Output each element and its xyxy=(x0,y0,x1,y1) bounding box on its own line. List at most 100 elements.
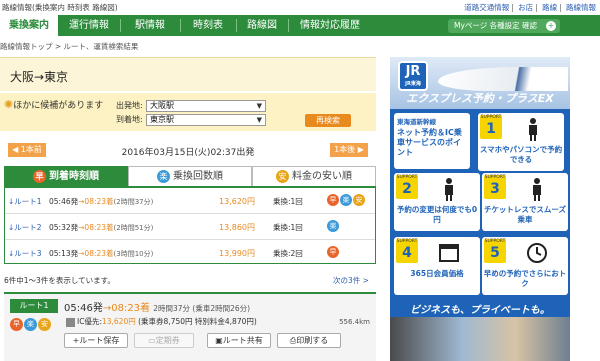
tab-station-info[interactable]: 駅情報 xyxy=(120,15,181,36)
depart-datetime: 2016年03月15日(火)02:37出発 xyxy=(121,148,255,158)
distance: 556.4km xyxy=(339,318,370,326)
top-link-traffic[interactable]: 道路交通情報 xyxy=(464,3,509,12)
ad-tagline: ビジネスも、プライベートも。 xyxy=(410,305,550,316)
next-train-button[interactable]: 1本後 ▶ xyxy=(330,143,368,157)
detail-time: 05:46発→08:23着 2時間37分 (乗車2時間26分) xyxy=(64,299,250,314)
tab-transfer[interactable]: 乗換案内 xyxy=(0,15,58,36)
route-link[interactable]: ↓ルート1 xyxy=(8,196,42,207)
ic-label: IC優先: xyxy=(77,317,102,326)
table-row[interactable]: ↓ルート1 05:46発→08:23着(2時間37分) 13,620円 乗換:1… xyxy=(5,188,375,214)
candidate-box: ✺ほかに候補があります 出発地: 大阪駅 ▼ 到着地: 東京駅 ▼ 再検索 xyxy=(0,93,376,131)
sort-tab-transfers[interactable]: 楽乗換回数順 xyxy=(128,166,252,186)
support-text: チケットレスでスムーズ乗車 xyxy=(483,205,567,224)
share-route-button[interactable]: ▣ルート共有 xyxy=(207,333,271,348)
detail-badges: 早楽安 xyxy=(10,318,52,331)
table-row[interactable]: ↓ルート2 05:32発→08:23着(2時間51分) 13,860円 乗換:1… xyxy=(5,214,375,240)
btn-label: ルート保存 xyxy=(79,336,120,345)
transfer-count: 乗換:1回 xyxy=(273,223,303,232)
tab-label: 運行情報 xyxy=(69,20,109,31)
route-time: 05:32発→08:23着(2時間51分) xyxy=(49,222,153,233)
route-badges: 楽 xyxy=(327,220,340,232)
support-card: SUPPORT 3 チケットレスでスムーズ乗車 xyxy=(482,173,568,231)
btn-label: 印刷する xyxy=(296,336,329,345)
result-count: 6件中1〜3件を表示しています。 xyxy=(4,276,115,285)
top-link-shop[interactable]: お店 xyxy=(518,3,533,12)
duration: (2時間51分) xyxy=(113,224,154,232)
support-badge: SUPPORT 1 xyxy=(480,115,502,139)
support-card: SUPPORT 2 予約の変更は何度でも0円 xyxy=(394,173,480,231)
support-number: 1 xyxy=(486,121,496,137)
route-detail: ルート1 05:46発→08:23着 2時間37分 (乗車2時間26分) 早楽安… xyxy=(4,292,376,361)
detail-arr-value: 08:23着 xyxy=(111,303,151,314)
transfer-count: 乗換:1回 xyxy=(273,197,303,206)
fast-icon: 早 xyxy=(327,194,339,206)
top-link-route-info[interactable]: 路線情報 xyxy=(566,3,596,12)
tab-history[interactable]: 情報対応履歴 xyxy=(288,15,372,36)
support-badge: SUPPORT 2 xyxy=(396,175,418,199)
print-button[interactable]: ⎙印刷する xyxy=(277,333,341,348)
commuter-pass-button[interactable]: ▭定期券 xyxy=(134,333,194,348)
next-page-link[interactable]: 次の3件 > xyxy=(333,275,369,286)
cheap-icon: 安 xyxy=(353,194,365,206)
chevron-down-icon: ▼ xyxy=(256,116,262,124)
clock-icon xyxy=(527,243,547,263)
tab-service-status[interactable]: 運行情報 xyxy=(58,15,121,36)
duration: (2時間37分) xyxy=(113,198,154,206)
sort-tab-arrival[interactable]: 早到着時刻順 xyxy=(4,166,128,186)
support-text: 予約の変更は何度でも0円 xyxy=(396,205,478,224)
site-title: 路線情報(乗換案内 時刻表 路線図) xyxy=(2,3,118,12)
tab-route-map[interactable]: 路線図 xyxy=(236,15,289,36)
jr-logo-text: JR xyxy=(405,64,421,79)
detail-duration: 2時間37分 (乗車2時間26分) xyxy=(153,304,251,313)
tab-label: 情報対応履歴 xyxy=(300,20,360,31)
person-phone-icon xyxy=(529,118,537,141)
calendar-icon xyxy=(439,244,459,262)
sort-tab-fare[interactable]: 安料金の安い順 xyxy=(252,166,376,186)
arr-value: 08:23着 xyxy=(84,197,114,206)
table-row[interactable]: ↓ルート3 05:13発→08:23着(3時間10分) 13,990円 乗換:2… xyxy=(5,240,375,266)
support-text: 早めの予約でさらにおトク xyxy=(483,269,567,288)
route-badges: 早楽安 xyxy=(327,194,366,206)
easy-icon: 楽 xyxy=(340,194,352,206)
top-bar: 路線情報(乗換案内 時刻表 路線図) 道路交通情報 | お店 | 路線 | 路線情報 xyxy=(0,0,600,15)
save-route-button[interactable]: +ルート保存 xyxy=(64,333,128,348)
tab-timetable[interactable]: 時刻表 xyxy=(180,15,237,36)
candidate-label: ✺ほかに候補があります xyxy=(4,98,103,111)
ad-photo xyxy=(390,317,570,361)
main-nav: 乗換案内 運行情報 駅情報 時刻表 路線図 情報対応履歴 Myページ 各種設定 … xyxy=(0,15,600,36)
ad-banner[interactable]: JR JR東海 エクスプレス予約・プラスEX 東海道新幹線 ネット予約＆IC乗車サ… xyxy=(390,57,570,361)
from-select[interactable]: 大阪駅 ▼ xyxy=(146,100,266,112)
ic-detail: (乗車券8,750円 特別料金4,870円) xyxy=(138,317,257,326)
mypage-button[interactable]: Myページ 各種設定 確認 + xyxy=(448,19,560,33)
easy-icon: 楽 xyxy=(327,220,339,232)
arr-value: 08:23着 xyxy=(84,223,114,232)
cheap-icon: 安 xyxy=(38,318,51,331)
sort-tab-label: 到着時刻順 xyxy=(49,171,99,182)
page-title: 大阪→東京 xyxy=(0,57,376,91)
easy-icon: 楽 xyxy=(157,169,170,183)
to-select[interactable]: 東京駅 ▼ xyxy=(146,114,266,126)
top-link-route[interactable]: 路線 xyxy=(542,3,557,12)
ic-fare-line: IC優先:13,620円 (乗車券8,750円 特別料金4,870円) xyxy=(66,316,257,327)
btn-label: ルート共有 xyxy=(222,336,263,345)
research-button[interactable]: 再検索 xyxy=(305,114,351,127)
tab-label: 時刻表 xyxy=(193,20,223,31)
arr-time: →08:23着 xyxy=(78,249,114,258)
support-text: スマホやパソコンで予約できる xyxy=(479,145,563,164)
duration: (3時間10分) xyxy=(113,250,154,258)
from-label: 出発地: xyxy=(116,101,143,110)
route-time: 05:46発→08:23着(2時間37分) xyxy=(49,196,153,207)
arr-time: →08:23着 xyxy=(78,223,114,232)
ad-intro-sub: 東海道新幹線 xyxy=(397,118,436,126)
chevron-down-icon: ▼ xyxy=(256,102,262,110)
arr-time: →08:23着 xyxy=(78,197,114,206)
breadcrumb[interactable]: 路線情報トップ > ルート、運賃検索結果 xyxy=(0,41,138,52)
sort-tabs: 早到着時刻順 楽乗換回数順 安料金の安い順 xyxy=(4,166,376,186)
sort-tab-label: 料金の安い順 xyxy=(292,171,352,182)
results-table: ↓ルート1 05:46発→08:23着(2時間37分) 13,620円 乗換:1… xyxy=(4,186,376,264)
support-number: 3 xyxy=(490,181,500,197)
ic-card-icon xyxy=(66,317,75,327)
route-tag: ルート1 xyxy=(10,299,58,313)
route-link[interactable]: ↓ルート3 xyxy=(8,248,42,259)
route-link[interactable]: ↓ルート2 xyxy=(8,222,42,233)
